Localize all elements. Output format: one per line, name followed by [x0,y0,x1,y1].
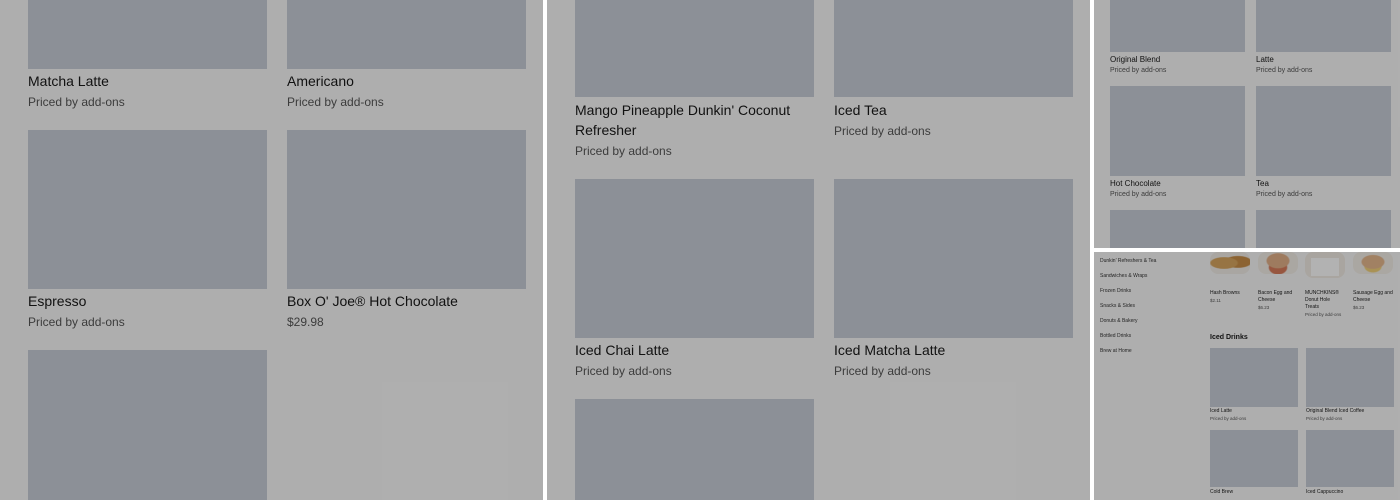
item-image-original-blend-iced-coffee[interactable] [1306,348,1394,407]
item-name-continued[interactable]: Cheese [1353,297,1370,303]
item-price: Priced by add-ons [1210,416,1247,421]
item-name[interactable]: Iced Cappuccino [1306,489,1343,495]
item-name-continued[interactable]: Treats [1305,304,1319,310]
item-name[interactable]: Iced Tea [834,102,887,118]
item-price: Priced by add-ons [1256,67,1313,74]
item-image-hash-browns[interactable] [1210,252,1250,274]
item-image-sausage-egg-cheese[interactable] [1353,252,1393,274]
item-name[interactable]: Espresso [28,293,86,309]
menu-panel-hot-drinks: Matcha Latte Priced by add-ons Americano… [0,0,543,500]
item-name[interactable]: Original Blend [1110,55,1160,64]
sidebar-item-refreshers[interactable]: Dunkin' Refreshers & Tea [1100,258,1156,264]
item-image-bacon-egg-cheese[interactable] [1258,252,1298,274]
item-image[interactable] [1256,210,1391,248]
item-price: Priced by add-ons [1110,67,1167,74]
item-name-continued[interactable]: Donut Hole [1305,297,1330,303]
item-name[interactable]: Iced Matcha Latte [834,342,945,358]
sidebar-item-sandwiches[interactable]: Sandwiches & Wraps [1100,273,1147,279]
item-name[interactable]: Americano [287,73,354,89]
sidebar-item-brew-at-home[interactable]: Brew at Home [1100,348,1132,354]
item-image-americano[interactable] [287,0,526,69]
item-image-mango-pineapple-refresher[interactable] [575,0,814,97]
item-price: Priced by add-ons [1256,191,1313,198]
item-image[interactable] [575,399,814,500]
item-price: Priced by add-ons [28,95,125,109]
item-name[interactable]: Iced Latte [1210,408,1232,414]
item-image[interactable] [1110,210,1245,248]
item-name[interactable]: Iced Chai Latte [575,342,669,358]
item-image-espresso[interactable] [28,130,267,289]
item-image-latte[interactable] [1256,0,1391,52]
item-name[interactable]: Hash Browns [1210,290,1240,296]
item-image-tea[interactable] [1256,86,1391,176]
item-name-continued[interactable]: Cheese [1258,297,1275,303]
section-title: Iced Drinks [1210,334,1248,341]
item-image-cold-brew[interactable] [1210,430,1298,487]
item-image-iced-chai-latte[interactable] [575,179,814,338]
sidebar-item-bottled-drinks[interactable]: Bottled Drinks [1100,333,1131,339]
sidebar-item-frozen-drinks[interactable]: Frozen Drinks [1100,288,1131,294]
menu-panel-brewed: Original Blend Priced by add-ons Latte P… [1094,0,1400,248]
item-name[interactable]: Tea [1256,179,1269,188]
item-price: Priced by add-ons [1305,312,1342,317]
item-name[interactable]: Sausage Egg and [1353,290,1393,296]
item-price: $29.98 [287,315,324,329]
item-image-original-blend[interactable] [1110,0,1245,52]
sidebar-item-snacks[interactable]: Snacks & Sides [1100,303,1135,309]
item-price: Priced by add-ons [28,315,125,329]
item-name[interactable]: Cold Brew [1210,489,1233,495]
item-image[interactable] [28,350,267,500]
item-name[interactable]: MUNCHKINS® [1305,290,1339,296]
item-image-iced-cappuccino[interactable] [1306,430,1394,487]
item-name[interactable]: Hot Chocolate [1110,179,1161,188]
item-image-iced-matcha-latte[interactable] [834,179,1073,338]
item-image-iced-latte[interactable] [1210,348,1298,407]
item-name[interactable]: Original Blend Iced Coffee [1306,408,1364,414]
item-image-munchkins[interactable] [1305,252,1345,278]
item-name[interactable]: Matcha Latte [28,73,109,89]
item-price: $6.23 [1353,305,1365,310]
sidebar-item-donuts[interactable]: Donuts & Bakery [1100,318,1138,324]
item-price: $2.11 [1210,298,1221,303]
item-price: Priced by add-ons [575,144,672,158]
item-name[interactable]: Bacon Egg and [1258,290,1292,296]
item-price: Priced by add-ons [1110,191,1167,198]
menu-panel-iced-drinks: Mango Pineapple Dunkin' Coconut Refreshe… [547,0,1090,500]
item-image-hot-chocolate[interactable] [1110,86,1245,176]
item-image-box-o-joe-hot-chocolate[interactable] [287,130,526,289]
item-name-continued[interactable]: Refresher [575,122,636,138]
item-image-matcha-latte[interactable] [28,0,267,69]
item-name[interactable]: Box O' Joe® Hot Chocolate [287,293,458,309]
item-price: Priced by add-ons [287,95,384,109]
item-price: Priced by add-ons [1306,416,1343,421]
item-price: $6.23 [1258,305,1270,310]
item-price: Priced by add-ons [834,124,931,138]
item-image-iced-tea[interactable] [834,0,1073,97]
item-price: Priced by add-ons [834,364,931,378]
item-name[interactable]: Latte [1256,55,1274,64]
item-name[interactable]: Mango Pineapple Dunkin' Coconut [575,102,790,118]
item-price: Priced by add-ons [575,364,672,378]
menu-panel-overview: Dunkin' Refreshers & Tea Sandwiches & Wr… [1094,252,1400,500]
